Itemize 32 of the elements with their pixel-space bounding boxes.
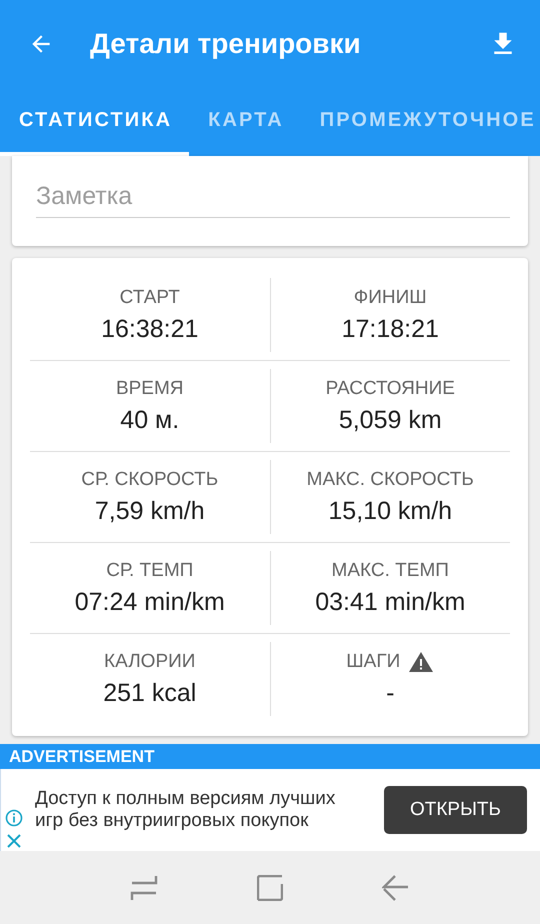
- open-button[interactable]: ОТКРЫТЬ: [384, 786, 527, 834]
- stat-label: СР. ТЕМП: [106, 560, 194, 582]
- stat-value: 15,10 km/h: [328, 496, 452, 526]
- tab[interactable]: ПРОМЕЖУТОЧНОЕ: [300, 88, 540, 156]
- stat-value: -: [386, 678, 394, 708]
- stat-label: КАЛОРИИ: [104, 650, 196, 672]
- back-icon[interactable]: [382, 874, 410, 900]
- stat-value: 17:18:21: [342, 314, 439, 344]
- recent-apps-icon[interactable]: [130, 874, 158, 900]
- ad-text: Доступ к полным версиям лучших игр без внутриигровых покупок: [35, 788, 336, 832]
- stat-value: 16:38:21: [101, 314, 198, 344]
- stat-value: 5,059 km: [338, 406, 442, 434]
- stat-value: 7,59 km/h: [94, 496, 205, 526]
- stat-label: СР. СКОРОСТЬ: [81, 468, 218, 490]
- info-icon[interactable]: [5, 809, 23, 827]
- note-card[interactable]: Заметка: [12, 156, 528, 246]
- home-icon[interactable]: [256, 874, 283, 900]
- screen-title: Детали тренировки: [90, 28, 362, 60]
- close-icon[interactable]: [6, 833, 22, 849]
- stat-label: ФИНИШ: [354, 286, 427, 308]
- stat-value: 251 kcal: [103, 678, 196, 708]
- stat-label: МАКС. ТЕМП: [332, 560, 449, 582]
- tab[interactable]: КАРТА: [189, 88, 301, 156]
- stat-label: СТАРТ: [120, 286, 180, 308]
- ad-label: ADVERTISEMENT: [9, 746, 154, 766]
- stat-label: МАКС. СКОРОСТЬ: [306, 468, 474, 490]
- stat-value: 40 м.: [120, 406, 180, 434]
- stat-value: 03:41 min/km: [315, 588, 466, 616]
- stat-label: ВРЕМЯ: [116, 378, 184, 400]
- stat-value: 07:24 min/km: [74, 588, 225, 616]
- stat-label: ШАГИ: [346, 650, 400, 672]
- stat-label: РАССТОЯНИЕ: [326, 378, 455, 400]
